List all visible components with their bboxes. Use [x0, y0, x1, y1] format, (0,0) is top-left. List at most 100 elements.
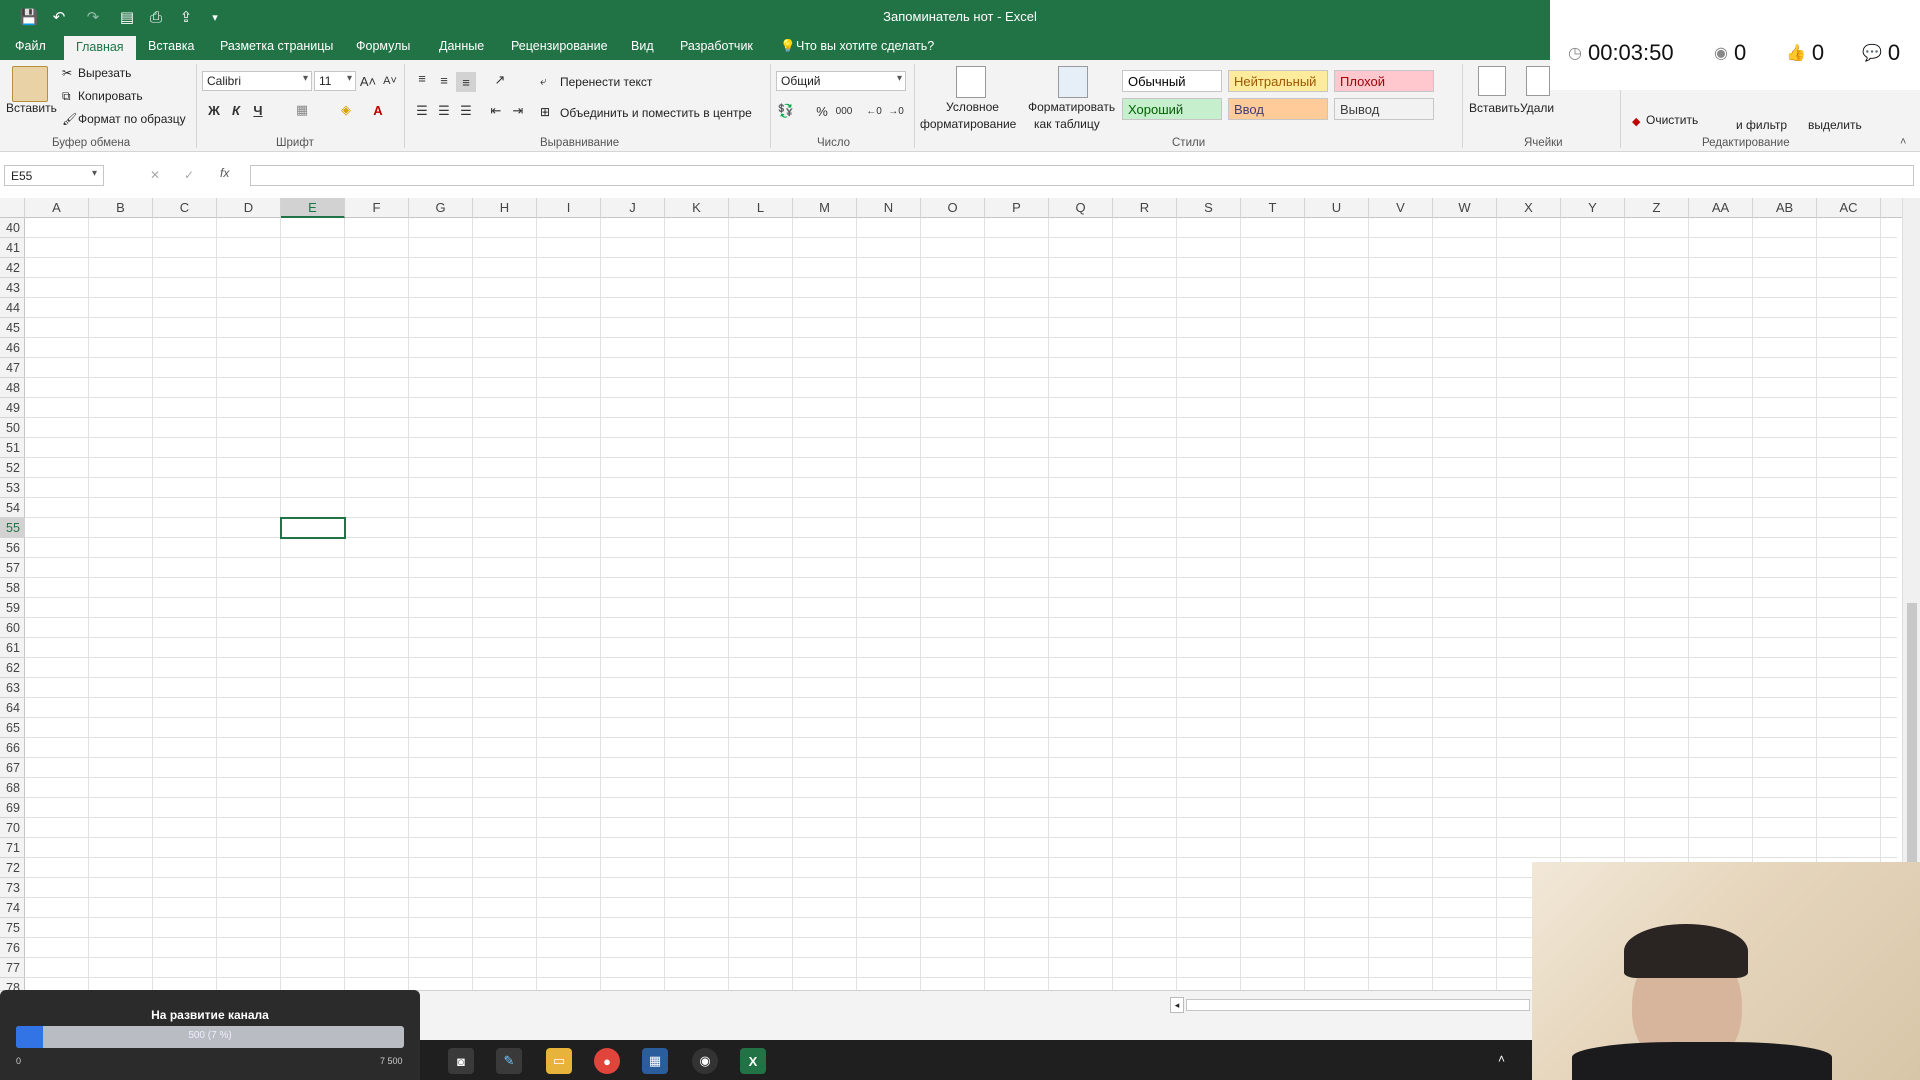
enter-icon[interactable]: ✓ — [184, 168, 194, 182]
select-all-corner[interactable] — [0, 198, 25, 218]
decrease-indent-icon[interactable]: ⇤ — [486, 101, 506, 121]
row-header-64[interactable]: 64 — [0, 698, 25, 718]
horizontal-scrollbar[interactable] — [1186, 999, 1530, 1011]
paste-button[interactable]: Вставить — [6, 101, 57, 115]
column-header-u[interactable]: U — [1305, 198, 1369, 218]
increase-decimal-icon[interactable]: ←0 — [864, 101, 884, 121]
calculator-icon[interactable]: ▦ — [642, 1048, 668, 1074]
row-header-45[interactable]: 45 — [0, 318, 25, 338]
row-header-60[interactable]: 60 — [0, 618, 25, 638]
format-painter-button[interactable]: Формат по образцу — [78, 112, 186, 126]
orientation-icon[interactable]: ↗ — [490, 70, 510, 90]
decrease-decimal-icon[interactable]: →0 — [886, 101, 906, 121]
format-as-table-icon[interactable] — [1058, 66, 1088, 98]
cell-style-5[interactable]: Ввод — [1228, 98, 1328, 120]
name-box[interactable]: E55 — [4, 165, 104, 186]
row-header-62[interactable]: 62 — [0, 658, 25, 678]
column-header-m[interactable]: M — [793, 198, 857, 218]
align-center-icon[interactable]: ☰ — [434, 101, 454, 121]
row-header-70[interactable]: 70 — [0, 818, 25, 838]
row-header-61[interactable]: 61 — [0, 638, 25, 658]
column-header-e[interactable]: E — [281, 198, 345, 218]
cell-style-6[interactable]: Вывод — [1334, 98, 1434, 120]
tab-home[interactable]: Главная — [64, 36, 136, 60]
column-header-s[interactable]: S — [1177, 198, 1241, 218]
row-header-55[interactable]: 55 — [0, 518, 25, 538]
row-header-56[interactable]: 56 — [0, 538, 25, 558]
tab-insert[interactable]: Вставка — [148, 39, 194, 53]
row-header-57[interactable]: 57 — [0, 558, 25, 578]
row-header-50[interactable]: 50 — [0, 418, 25, 438]
tab-file[interactable]: Файл — [15, 39, 46, 53]
column-header-a[interactable]: A — [25, 198, 89, 218]
column-header-d[interactable]: D — [217, 198, 281, 218]
sort-filter-button[interactable]: и фильтр — [1736, 118, 1787, 132]
row-header-52[interactable]: 52 — [0, 458, 25, 478]
column-header-j[interactable]: J — [601, 198, 665, 218]
thousands-button[interactable]: 000 — [834, 101, 854, 121]
cancel-icon[interactable]: ✕ — [150, 168, 160, 182]
row-header-49[interactable]: 49 — [0, 398, 25, 418]
conditional-formatting-label-1[interactable]: Условное — [946, 100, 999, 114]
column-header-c[interactable]: C — [153, 198, 217, 218]
row-header-65[interactable]: 65 — [0, 718, 25, 738]
insert-cells-button[interactable]: Вставить — [1469, 101, 1520, 115]
scroll-left-icon[interactable]: ◂ — [1170, 997, 1184, 1013]
shrink-font-icon[interactable]: A˅ — [380, 71, 400, 91]
grow-font-icon[interactable]: A˄ — [358, 71, 378, 91]
row-header-67[interactable]: 67 — [0, 758, 25, 778]
font-color-icon[interactable]: A — [368, 100, 388, 120]
row-header-42[interactable]: 42 — [0, 258, 25, 278]
column-header-k[interactable]: K — [665, 198, 729, 218]
row-header-48[interactable]: 48 — [0, 378, 25, 398]
column-header-n[interactable]: N — [857, 198, 921, 218]
tab-formulas[interactable]: Формулы — [356, 39, 410, 53]
column-header-o[interactable]: O — [921, 198, 985, 218]
row-header-40[interactable]: 40 — [0, 218, 25, 238]
delete-cells-button[interactable]: Удали — [1520, 101, 1554, 115]
cell-style-4[interactable]: Хороший — [1122, 98, 1222, 120]
row-header-69[interactable]: 69 — [0, 798, 25, 818]
font-size-select[interactable]: 11 — [314, 71, 356, 91]
row-header-63[interactable]: 63 — [0, 678, 25, 698]
wrap-text-button[interactable]: Перенести текст — [560, 75, 652, 89]
vertical-scroll-thumb[interactable] — [1907, 603, 1917, 863]
align-left-icon[interactable]: ☰ — [412, 101, 432, 121]
row-header-78[interactable]: 78 — [0, 978, 25, 990]
paste-icon[interactable] — [12, 66, 48, 102]
column-header-w[interactable]: W — [1433, 198, 1497, 218]
tell-me-search[interactable]: Что вы хотите сделать? — [796, 39, 934, 53]
file-explorer-icon[interactable]: ▭ — [546, 1048, 572, 1074]
row-header-66[interactable]: 66 — [0, 738, 25, 758]
percent-button[interactable]: % — [812, 101, 832, 121]
format-as-table-label-1[interactable]: Форматировать — [1028, 100, 1115, 114]
merge-center-button[interactable]: Объединить и поместить в центре — [560, 106, 752, 120]
tab-page-layout[interactable]: Разметка страницы — [220, 39, 333, 53]
cut-button[interactable]: Вырезать — [78, 66, 131, 80]
column-header-p[interactable]: P — [985, 198, 1049, 218]
row-header-41[interactable]: 41 — [0, 238, 25, 258]
conditional-formatting-label-2[interactable]: форматирование — [920, 117, 1016, 131]
italic-button[interactable]: К — [226, 100, 246, 120]
column-header-r[interactable]: R — [1113, 198, 1177, 218]
row-header-71[interactable]: 71 — [0, 838, 25, 858]
tab-developer[interactable]: Разработчик — [680, 39, 753, 53]
conditional-formatting-icon[interactable] — [956, 66, 986, 98]
cell-style-1[interactable]: Обычный — [1122, 70, 1222, 92]
borders-icon[interactable]: ▦ — [292, 100, 312, 120]
font-name-select[interactable]: Calibri — [202, 71, 312, 91]
row-header-76[interactable]: 76 — [0, 938, 25, 958]
column-header-f[interactable]: F — [345, 198, 409, 218]
tray-chevron-icon[interactable]: ˄ — [1498, 1052, 1505, 1066]
column-header-q[interactable]: Q — [1049, 198, 1113, 218]
camera-icon[interactable]: ◙ — [448, 1048, 474, 1074]
row-header-46[interactable]: 46 — [0, 338, 25, 358]
find-select-button[interactable]: выделить — [1808, 118, 1862, 132]
increase-indent-icon[interactable]: ⇥ — [508, 101, 528, 121]
copy-button[interactable]: Копировать — [78, 89, 143, 103]
column-header-l[interactable]: L — [729, 198, 793, 218]
cell-style-3[interactable]: Плохой — [1334, 70, 1434, 92]
currency-icon[interactable]: 💱 — [776, 101, 796, 121]
row-header-68[interactable]: 68 — [0, 778, 25, 798]
row-header-51[interactable]: 51 — [0, 438, 25, 458]
